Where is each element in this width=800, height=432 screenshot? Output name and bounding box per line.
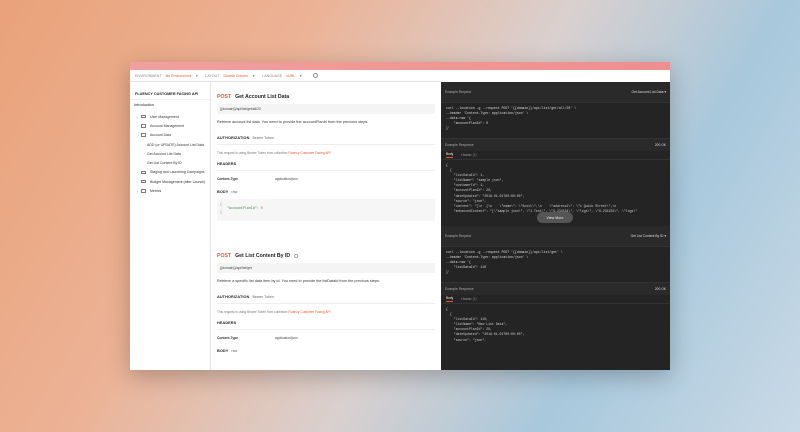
chevron-down-icon[interactable]: ▼ [195, 74, 198, 78]
environment-select[interactable]: No Environment [166, 74, 192, 78]
sidebar-item-get-list-content-by-id[interactable]: Get List Content By ID [130, 158, 210, 167]
response-tabs: Body Header (8) [441, 295, 670, 304]
language-label: LANGUAGE [262, 73, 283, 78]
example-select[interactable]: Get List Content By ID ▾ [631, 234, 666, 238]
sidebar-item-user-management[interactable]: › User Management [130, 112, 210, 121]
endpoint-title: POST Get Account List Data [217, 94, 435, 100]
example-select[interactable]: Get Account List Data ▾ [632, 90, 666, 94]
divider [217, 144, 435, 145]
body-section: BODY raw [217, 190, 238, 194]
sidebar-item-staging-campaigns[interactable]: › Staging and Launching Campaigns [130, 168, 210, 177]
sidebar-item-budget-management[interactable]: › Budget Management (after Launch) [130, 177, 210, 186]
authorization-section: AUTHORIZATION Bearer Token [217, 136, 274, 140]
endpoint-name: Get Account List Data [235, 94, 290, 100]
headers-section: HEADERS [217, 321, 237, 325]
tab-header[interactable]: Header (8) [461, 153, 476, 157]
example-request-header: Example Request Get Account List Data ▾ [441, 82, 670, 103]
endpoint-description: Retrieve account list data. You need to … [217, 120, 369, 124]
header-row: Content-Type application/json [217, 177, 298, 181]
tab-body[interactable]: Body [446, 152, 454, 158]
http-method-badge: POST [217, 253, 232, 259]
examples-pane: Example Request Get Account List Data ▾ … [441, 82, 670, 370]
app-window: ENVIRONMENT No Environment ▼ LAYOUT Doub… [130, 62, 670, 370]
layout-select[interactable]: Double Column [223, 74, 248, 78]
chevron-down-icon[interactable]: ▼ [299, 74, 302, 78]
endpoint-description: Retrieve a specific list data item by id… [217, 279, 380, 283]
info-icon [294, 254, 298, 258]
auth-note: This request is using Bearer Token from … [217, 151, 331, 155]
example-request-header: Example Request Get List Content By ID ▾ [441, 226, 670, 247]
sidebar-item-add-account-list-data[interactable]: ADD (or UPDATE) Account List Data [130, 140, 210, 149]
environment-label: ENVIRONMENT [135, 73, 162, 78]
example-response-header: Example Response 200 OK [441, 282, 670, 295]
collection-link[interactable]: Fluency Customer Facing API [288, 151, 330, 155]
view-more-button[interactable]: View More [537, 212, 573, 223]
collection-title[interactable]: FLUENCY CUSTOMER FACING API [130, 82, 210, 100]
divider [217, 170, 435, 171]
sidebar-item-get-account-list-data[interactable]: Get Account List Data [130, 149, 210, 158]
body-section: BODY raw [217, 349, 238, 353]
request-code[interactable]: curl --location -g --request POST '{{dom… [441, 247, 670, 282]
endpoint-url[interactable]: {{domain}}/api/list/get/all/20 [217, 104, 435, 114]
headers-section: HEADERS [217, 162, 237, 166]
endpoint-url[interactable]: {{domain}}/api/list/get [217, 263, 435, 273]
folder-open-icon [141, 133, 146, 137]
window-top-strip [130, 62, 670, 70]
toolbar: ENVIRONMENT No Environment ▼ LAYOUT Doub… [130, 70, 441, 82]
documentation-pane: POST Get Account List Data {{domain}}/ap… [211, 82, 441, 370]
example-response-header: Example Response 200 OK [441, 138, 670, 151]
sidebar-item-account-management[interactable]: › Account Management [130, 121, 210, 130]
body-code[interactable]: { "accountPlanId": 0 } [217, 199, 435, 221]
gear-icon[interactable] [313, 73, 319, 78]
divider [217, 303, 435, 304]
tab-header[interactable]: Header (8) [461, 297, 476, 301]
sidebar: FLUENCY CUSTOMER FACING API Introduction… [130, 82, 211, 370]
collection-link[interactable]: Fluency Customer Facing API [288, 310, 330, 314]
sidebar-item-introduction[interactable]: Introduction [130, 100, 210, 112]
sidebar-item-account-data[interactable]: ⌄ Account Data [130, 131, 210, 140]
folder-icon [141, 114, 146, 119]
layout-label: LAYOUT [205, 73, 220, 78]
request-code[interactable]: curl --location -g --request POST '{{dom… [441, 103, 670, 138]
chevron-down-icon[interactable]: ▼ [252, 74, 255, 78]
folder-icon [141, 189, 146, 193]
http-method-badge: POST [217, 94, 232, 100]
sidebar-item-metrics[interactable]: › Metrics [130, 186, 210, 195]
folder-icon [141, 170, 146, 175]
status-badge: 200 OK [654, 143, 666, 147]
status-badge: 200 OK [654, 287, 666, 291]
folder-icon [141, 124, 146, 128]
header-row: Content-Type application/json [217, 336, 298, 340]
language-select[interactable]: cURL [286, 74, 295, 78]
response-tabs: Body Header (8) [441, 151, 670, 160]
divider [217, 329, 435, 330]
folder-icon [141, 179, 146, 184]
chevron-down-icon: ▾ [664, 234, 666, 238]
endpoint-title: POST Get List Content By ID [217, 253, 435, 259]
tab-body[interactable]: Body [446, 296, 454, 302]
endpoint-name: Get List Content By ID [235, 253, 291, 259]
response-code[interactable]: { { "listDataId": 1, "listName": "sample… [441, 160, 670, 214]
auth-note: This request is using Bearer Token from … [217, 310, 331, 314]
authorization-section: AUTHORIZATION Bearer Token [217, 295, 274, 299]
response-code[interactable]: { { "listDataId": 110, "listName": "New … [441, 304, 670, 346]
chevron-down-icon: ▾ [664, 90, 666, 94]
